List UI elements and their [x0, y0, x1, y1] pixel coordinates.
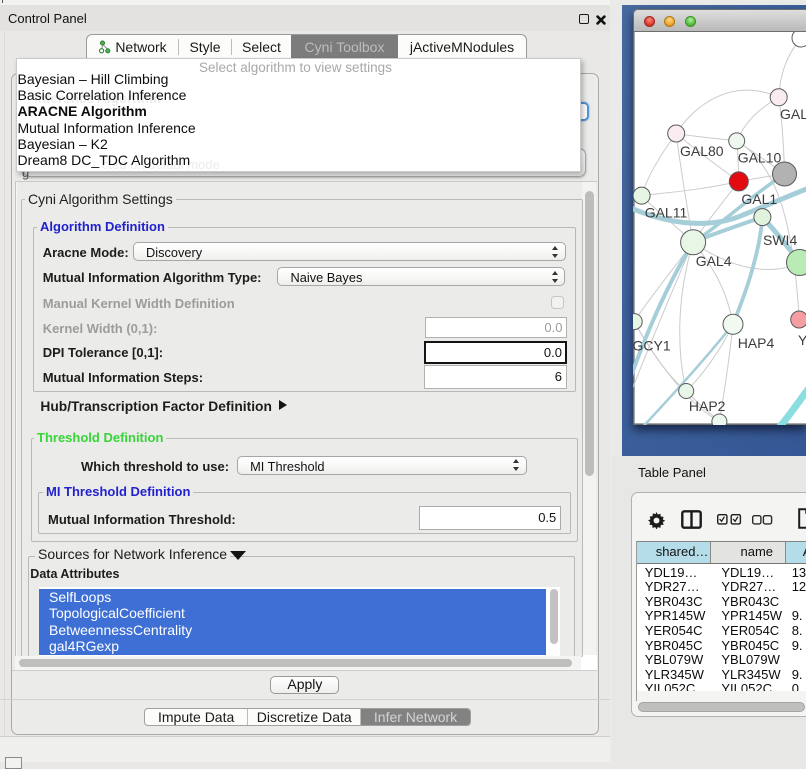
- svg-text:GCY1: GCY1: [633, 338, 671, 354]
- svg-text:SWI4: SWI4: [763, 232, 797, 248]
- svg-text:GAL: GAL: [780, 106, 806, 122]
- svg-text:Y: Y: [798, 332, 806, 348]
- svg-text:HAP4: HAP4: [738, 335, 775, 351]
- svg-text:HAP2: HAP2: [689, 398, 726, 414]
- svg-text:GAL10: GAL10: [738, 150, 782, 166]
- svg-text:GAL11: GAL11: [645, 204, 688, 220]
- svg-text:GAL80: GAL80: [680, 143, 724, 159]
- svg-text:GAL4: GAL4: [696, 253, 732, 269]
- svg-text:GAL1: GAL1: [741, 191, 777, 207]
